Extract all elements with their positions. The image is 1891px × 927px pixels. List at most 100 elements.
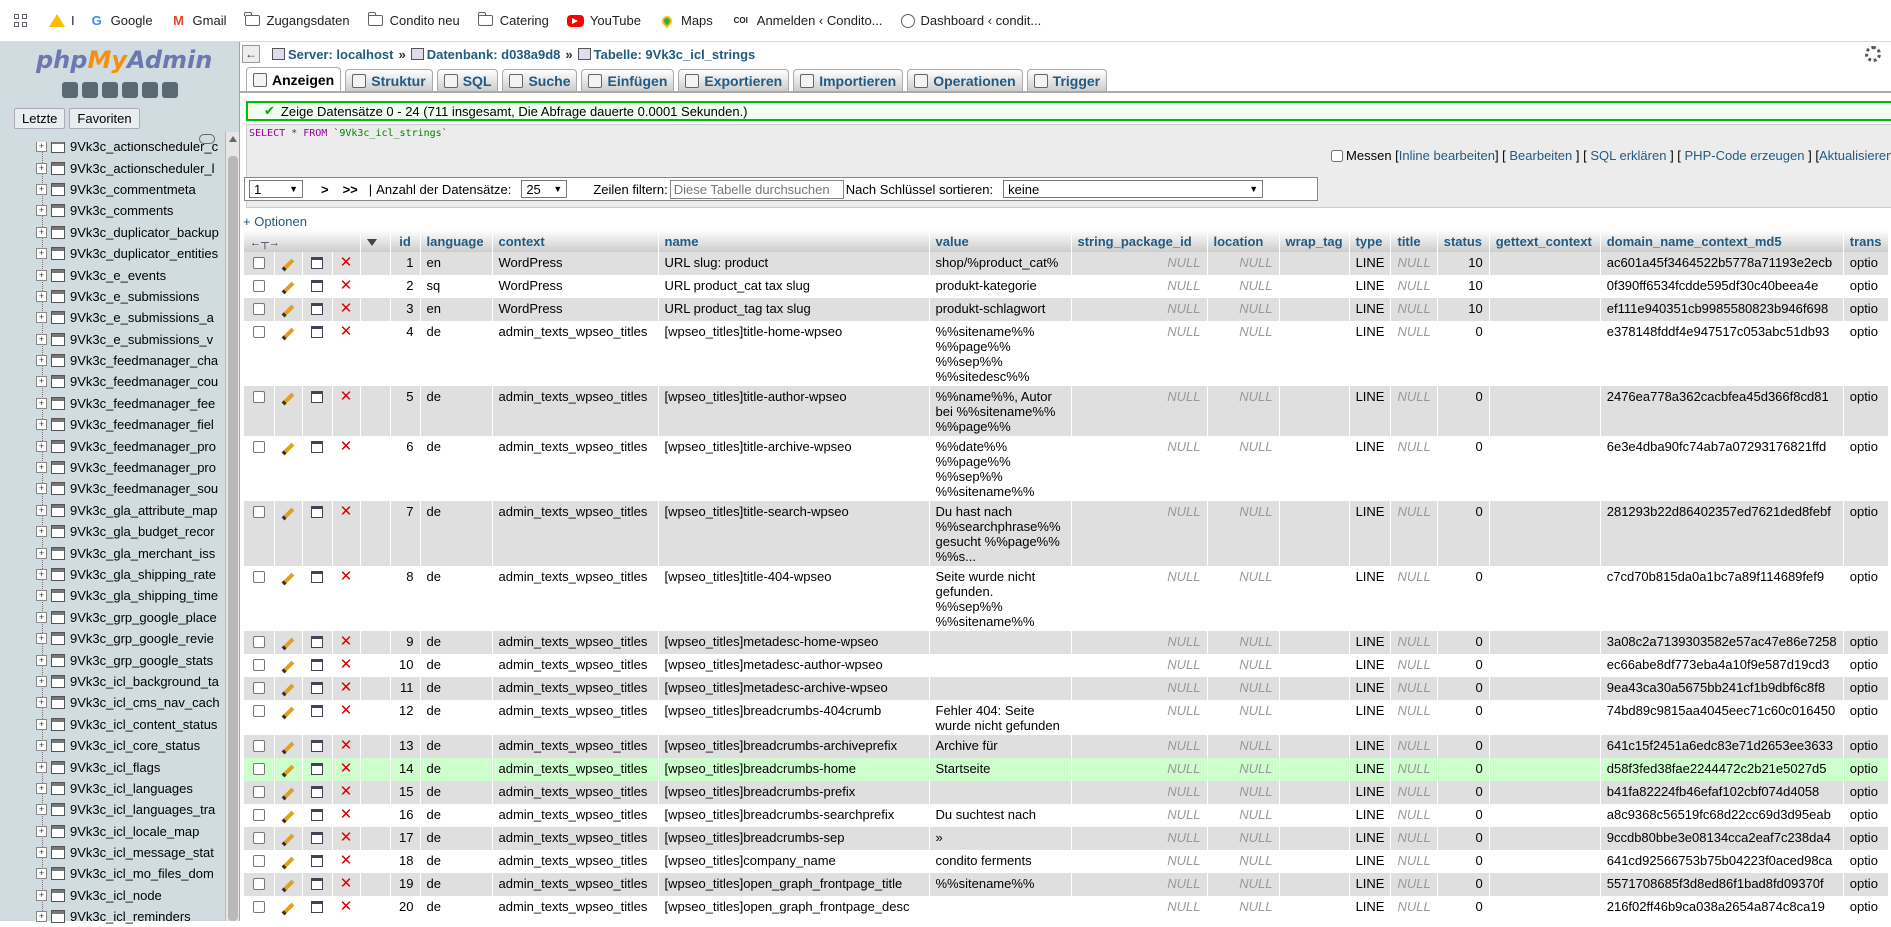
cell-trans[interactable]: optio <box>1843 804 1889 827</box>
sidebar-table-item[interactable]: +9Vk3c_feedmanager_cha <box>36 350 224 371</box>
cell-context[interactable]: admin_texts_wpseo_titles <box>492 436 659 501</box>
cell-trans[interactable]: optio <box>1843 252 1889 275</box>
cell-value[interactable]: Du hast nach %%searchphrase%% gesucht %%… <box>929 501 1072 566</box>
home-icon[interactable] <box>62 82 78 98</box>
cell-string-package-id[interactable]: NULL <box>1071 804 1208 827</box>
cell-title[interactable]: NULL <box>1390 781 1438 804</box>
row-checkbox[interactable] <box>252 901 265 913</box>
cell-location[interactable]: NULL <box>1207 781 1280 804</box>
cell-title[interactable]: NULL <box>1390 321 1438 386</box>
expand-plus-icon[interactable]: + <box>36 847 47 859</box>
table-row[interactable]: ✕ 15 de admin_texts_wpseo_titles [wpseo_titl… <box>244 781 1889 804</box>
cell-location[interactable]: NULL <box>1207 501 1280 566</box>
edit-pencil-icon[interactable] <box>281 304 295 318</box>
cell-string-package-id[interactable]: NULL <box>1071 758 1208 781</box>
edit-pencil-icon[interactable] <box>281 683 295 697</box>
table-row[interactable]: ✕ 16 de admin_texts_wpseo_titles [wpseo_titl… <box>244 804 1889 827</box>
expand-plus-icon[interactable]: + <box>36 804 47 816</box>
cell-string-package-id[interactable]: NULL <box>1071 700 1208 735</box>
cell-md5[interactable]: b41fa82224fb46efaf102cbf074d4058 <box>1600 781 1844 804</box>
column-options[interactable] <box>360 230 391 252</box>
table-row[interactable]: ✕ 7 de admin_texts_wpseo_titles [wpseo_title… <box>244 501 1889 566</box>
cell-id[interactable]: 17 <box>390 827 421 850</box>
expand-plus-icon[interactable]: + <box>36 440 47 452</box>
sidebar-table-item[interactable]: +9Vk3c_grp_google_stats <box>36 649 224 670</box>
cell-md5[interactable]: ef111e940351cb9985580823b946f698 <box>1600 298 1844 321</box>
cell-language[interactable]: en <box>420 298 493 321</box>
cell-location[interactable]: NULL <box>1207 700 1280 735</box>
cell-context[interactable]: admin_texts_wpseo_titles <box>492 700 659 735</box>
row-checkbox[interactable] <box>252 506 265 518</box>
cell-name[interactable]: [wpseo_titles]breadcrumbs-sep <box>658 827 930 850</box>
expand-plus-icon[interactable]: + <box>36 483 47 495</box>
cell-trans[interactable]: optio <box>1843 758 1889 781</box>
cell-language[interactable]: sq <box>420 275 493 298</box>
row-checkbox[interactable] <box>252 809 265 821</box>
edit-pencil-icon[interactable] <box>281 706 295 720</box>
cell-value[interactable] <box>929 896 1072 919</box>
cell-title[interactable]: NULL <box>1390 654 1438 677</box>
cell-status[interactable]: 0 <box>1437 654 1490 677</box>
cell-trans[interactable]: optio <box>1843 386 1889 436</box>
sidebar-table-item[interactable]: +9Vk3c_icl_flags <box>36 756 224 777</box>
cell-id[interactable]: 12 <box>390 700 421 735</box>
sidebar-table-item[interactable]: +9Vk3c_icl_locale_map <box>36 821 224 842</box>
tab-structure[interactable]: Struktur <box>345 69 433 91</box>
cell-value[interactable]: %%sitename%% <box>929 873 1072 896</box>
cell-name[interactable]: [wpseo_titles]breadcrumbs-prefix <box>658 781 930 804</box>
delete-x-icon[interactable]: ✕ <box>340 323 353 340</box>
cell-gettext-context[interactable] <box>1489 566 1601 631</box>
copy-row-icon[interactable] <box>311 786 323 798</box>
cell-context[interactable]: admin_texts_wpseo_titles <box>492 654 659 677</box>
delete-x-icon[interactable]: ✕ <box>340 783 353 800</box>
cell-value[interactable]: shop/%product_cat% <box>929 252 1072 275</box>
cell-location[interactable]: NULL <box>1207 827 1280 850</box>
expand-plus-icon[interactable]: + <box>36 633 47 645</box>
expand-plus-icon[interactable]: + <box>36 376 47 388</box>
cell-id[interactable]: 14 <box>390 758 421 781</box>
cell-gettext-context[interactable] <box>1489 275 1601 298</box>
row-checkbox[interactable] <box>252 682 265 694</box>
cell-title[interactable]: NULL <box>1390 677 1438 700</box>
copy-row-icon[interactable] <box>311 832 323 844</box>
cell-md5[interactable]: c7cd70b815da0a1bc7a89f114689fef9 <box>1600 566 1844 631</box>
row-checkbox[interactable] <box>252 441 265 453</box>
sidebar-table-item[interactable]: +9Vk3c_actionscheduler_l <box>36 157 224 178</box>
cell-string-package-id[interactable]: NULL <box>1071 275 1208 298</box>
edit-pencil-icon[interactable] <box>281 637 295 651</box>
cell-md5[interactable]: 281293b22d86402357ed7621ded8febf <box>1600 501 1844 566</box>
cell-id[interactable]: 9 <box>390 631 421 654</box>
cell-wrap-tag[interactable] <box>1279 896 1350 919</box>
cell-trans[interactable]: optio <box>1843 566 1889 631</box>
cell-title[interactable]: NULL <box>1390 566 1438 631</box>
cell-value[interactable] <box>929 654 1072 677</box>
cell-md5[interactable]: a8c9368c56519fc68d22cc69d3d95eab <box>1600 804 1844 827</box>
cell-value[interactable]: Startseite <box>929 758 1072 781</box>
expand-plus-icon[interactable]: + <box>36 248 47 260</box>
cell-type[interactable]: LINE <box>1349 677 1392 700</box>
cell-type[interactable]: LINE <box>1349 873 1392 896</box>
cell-trans[interactable]: optio <box>1843 873 1889 896</box>
cell-context[interactable]: WordPress <box>492 298 659 321</box>
cell-id[interactable]: 11 <box>390 677 421 700</box>
cell-location[interactable]: NULL <box>1207 896 1280 919</box>
cell-value[interactable] <box>929 631 1072 654</box>
cell-language[interactable]: de <box>420 566 493 631</box>
bookmark-item[interactable]: I <box>49 13 75 29</box>
cell-context[interactable]: admin_texts_wpseo_titles <box>492 566 659 631</box>
cell-status[interactable]: 0 <box>1437 631 1490 654</box>
sidebar-table-item[interactable]: +9Vk3c_gla_attribute_map <box>36 500 224 521</box>
cell-context[interactable]: admin_texts_wpseo_titles <box>492 631 659 654</box>
cell-md5[interactable]: 216f02ff46b9ca038a2654a874c8ca19 <box>1600 896 1844 919</box>
cell-status[interactable]: 0 <box>1437 781 1490 804</box>
cell-value[interactable]: Fehler 404: Seite wurde nicht gefunden <box>929 700 1072 735</box>
delete-x-icon[interactable]: ✕ <box>340 568 353 585</box>
expand-plus-icon[interactable]: + <box>36 697 47 709</box>
delete-x-icon[interactable]: ✕ <box>340 679 353 696</box>
copy-row-icon[interactable] <box>311 326 323 338</box>
cell-gettext-context[interactable] <box>1489 827 1601 850</box>
expand-plus-icon[interactable]: + <box>36 889 47 901</box>
cell-status[interactable]: 0 <box>1437 896 1490 919</box>
cell-trans[interactable]: optio <box>1843 298 1889 321</box>
cell-gettext-context[interactable] <box>1489 298 1601 321</box>
